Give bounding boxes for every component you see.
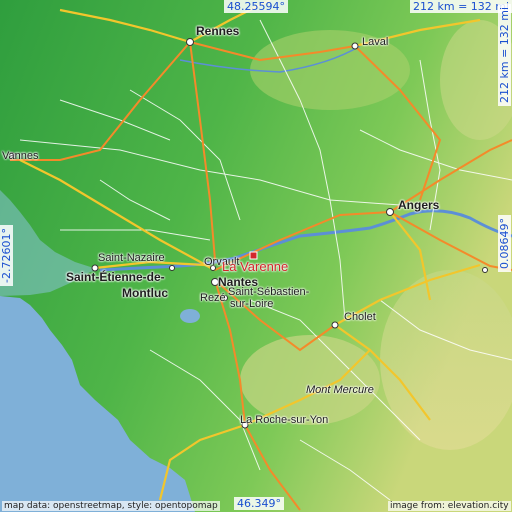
place-label-la-varenne: La Varenne bbox=[222, 259, 289, 274]
top-latitude-label: 48.25594° bbox=[224, 0, 288, 13]
city-label-saint-nazaire: Saint-Nazaire bbox=[98, 252, 165, 264]
city-label-saint-sebastien-1: Saint-Sébastien- bbox=[228, 286, 310, 298]
rennes-marker bbox=[186, 38, 194, 46]
cholet-marker bbox=[331, 321, 339, 329]
attribution-left: map data: openstreetmap, style: opentopo… bbox=[2, 501, 220, 511]
map-canvas bbox=[0, 0, 512, 512]
scale-top-label: 212 km = 132 mi bbox=[410, 0, 512, 13]
la-varenne-marker bbox=[249, 251, 258, 260]
bottom-latitude-label: 46.349° bbox=[234, 497, 284, 510]
city-label-mont-mercure: Mont Mercure bbox=[306, 384, 374, 396]
saint-etienne-marker bbox=[169, 265, 175, 271]
lac-de-grand-lieu bbox=[180, 309, 200, 323]
angers-marker bbox=[386, 208, 394, 216]
east-town-marker bbox=[482, 267, 488, 273]
city-label-rennes: Rennes bbox=[196, 24, 240, 38]
city-label-saint-sebastien-2: sur-Loire bbox=[230, 298, 274, 310]
attribution-right: image from: elevation.city bbox=[388, 501, 511, 511]
elevation-map[interactable]: 48.25594° 212 km = 132 mi 212 km = 132 m… bbox=[0, 0, 512, 512]
city-label-reze: Rezé bbox=[200, 292, 226, 304]
left-longitude-label: -2.72601° bbox=[0, 225, 13, 286]
right-longitude-label: 0.08649° bbox=[498, 215, 511, 272]
city-label-la-roche: La Roche-sur-Yon bbox=[240, 414, 329, 426]
city-label-angers: Angers bbox=[398, 198, 440, 212]
scale-right-label: 212 km = 132 mi bbox=[498, 3, 511, 106]
city-label-laval: Laval bbox=[362, 36, 389, 48]
city-label-vannes: Vannes bbox=[2, 150, 39, 162]
laval-marker bbox=[351, 42, 359, 50]
hills-mont-mercure bbox=[240, 335, 380, 425]
city-label-saint-etienne-1: Saint-Étienne-de- bbox=[66, 270, 165, 284]
city-label-saint-etienne-2: Montluc bbox=[122, 286, 168, 300]
city-label-cholet: Cholet bbox=[344, 311, 376, 323]
